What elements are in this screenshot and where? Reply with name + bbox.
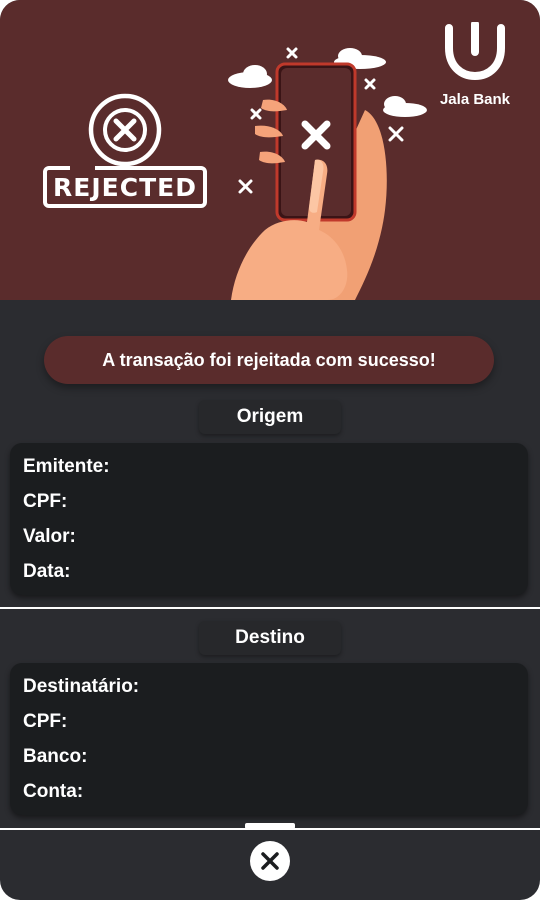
data-label: Data: — [23, 561, 71, 582]
emitente-label: Emitente: — [23, 456, 110, 477]
close-icon — [261, 852, 279, 870]
footer-divider — [0, 828, 540, 830]
destino-panel: Destinatário: CPF: Banco: Conta: — [10, 663, 528, 815]
origem-panel: Emitente: CPF: Valor: Data: — [10, 443, 528, 595]
status-message: A transação foi rejeitada com sucesso! — [44, 336, 494, 384]
phone-reject-illustration — [228, 47, 427, 300]
valor-label: Valor: — [23, 526, 76, 547]
section-divider — [0, 607, 540, 609]
brand-name: Jala Bank — [439, 91, 511, 108]
close-button[interactable] — [250, 841, 290, 881]
destinatario-label: Destinatário: — [23, 676, 140, 697]
cpf-origem-label: CPF: — [23, 491, 68, 512]
origem-title: Origem — [199, 400, 341, 434]
stamp-text: REJECTED — [53, 173, 197, 202]
jala-logo-icon — [445, 20, 505, 81]
cpf-destino-label: CPF: — [23, 711, 68, 732]
hero-banner: REJECTED Jala Bank — [0, 0, 540, 300]
brand: Jala Bank — [430, 20, 520, 108]
banco-label: Banco: — [23, 746, 88, 767]
conta-label: Conta: — [23, 781, 84, 802]
destino-title: Destino — [199, 621, 341, 655]
rejection-card: REJECTED Jala Bank A transação foi rejei… — [0, 0, 540, 900]
rejected-stamp-icon: REJECTED — [43, 93, 207, 208]
